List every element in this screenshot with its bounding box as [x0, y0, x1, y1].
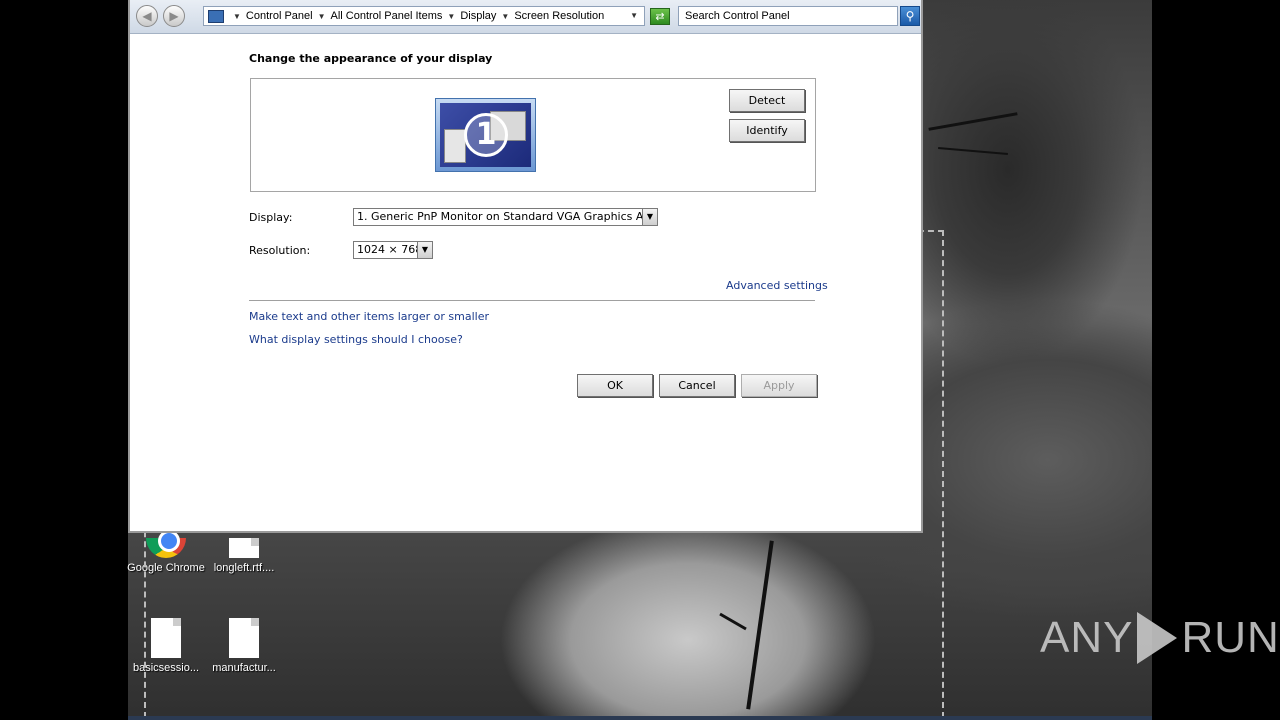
text-size-link[interactable]: Make text and other items larger or smal…	[249, 310, 489, 323]
address-bar[interactable]: ▼ Control Panel ▼ All Control Panel Item…	[203, 6, 645, 26]
chevron-right-icon[interactable]: ▼	[233, 12, 241, 21]
watermark-text-right: RUN	[1181, 613, 1280, 662]
identify-button[interactable]: Identify	[729, 119, 805, 142]
divider	[249, 300, 815, 301]
breadcrumb-display[interactable]: Display	[460, 10, 496, 22]
monitor-icon[interactable]: 1	[435, 98, 536, 172]
play-icon	[1137, 612, 1178, 664]
taskbar	[128, 716, 1152, 720]
monitor-screen: 1	[440, 103, 531, 167]
page-title: Change the appearance of your display	[249, 52, 493, 65]
monitor-preview-panel: 1 Detect Identify	[250, 78, 816, 192]
cancel-button[interactable]: Cancel	[659, 374, 735, 397]
chevron-right-icon[interactable]: ▼	[501, 12, 509, 21]
resolution-label: Resolution:	[249, 244, 311, 257]
monitor-number: 1	[464, 113, 508, 157]
chevron-down-icon[interactable]: ▼	[417, 242, 432, 258]
refresh-button[interactable]: ⇄	[650, 8, 670, 25]
display-select-value: 1. Generic PnP Monitor on Standard VGA G…	[357, 210, 658, 223]
display-help-link[interactable]: What display settings should I choose?	[249, 333, 463, 346]
advanced-settings-link[interactable]: Advanced settings	[726, 279, 828, 292]
watermark: ANY RUN	[1040, 612, 1280, 664]
display-select[interactable]: 1. Generic PnP Monitor on Standard VGA G…	[353, 208, 658, 226]
forward-button[interactable]: ▶	[163, 5, 185, 27]
watermark-text-left: ANY	[1040, 613, 1134, 662]
back-button[interactable]: ◀	[136, 5, 158, 27]
refresh-icon: ⇄	[655, 10, 665, 23]
chevron-right-icon[interactable]: ▼	[318, 12, 326, 21]
wallpaper-detail	[938, 146, 1008, 156]
chevron-right-icon[interactable]: ▼	[447, 12, 455, 21]
back-arrow-icon: ◀	[142, 9, 152, 23]
navigation-bar: ◀ ▶ ▼ Control Panel ▼ All Control Panel …	[130, 0, 921, 34]
apply-button[interactable]: Apply	[741, 374, 817, 397]
forward-arrow-icon: ▶	[169, 9, 179, 23]
search-icon: ⚲	[905, 9, 915, 23]
search-button[interactable]: ⚲	[900, 6, 920, 26]
detect-button[interactable]: Detect	[729, 89, 805, 112]
ok-button[interactable]: OK	[577, 374, 653, 397]
breadcrumb-screen-resolution[interactable]: Screen Resolution	[514, 10, 604, 22]
screen-resolution-window: ◀ ▶ ▼ Control Panel ▼ All Control Panel …	[128, 0, 923, 533]
resolution-select[interactable]: 1024 × 768 ▼	[353, 241, 433, 259]
breadcrumb-control-panel[interactable]: Control Panel	[246, 10, 313, 22]
wallpaper-detail	[928, 112, 1018, 131]
window-graphic	[444, 129, 466, 163]
search-input[interactable]: Search Control Panel	[678, 6, 898, 26]
control-panel-icon	[208, 9, 224, 23]
resolution-select-value: 1024 × 768	[357, 243, 423, 256]
breadcrumb-all-items[interactable]: All Control Panel Items	[331, 10, 443, 22]
display-label: Display:	[249, 211, 293, 224]
chevron-down-icon[interactable]: ▼	[642, 209, 657, 225]
chevron-down-icon[interactable]: ▼	[630, 11, 638, 20]
